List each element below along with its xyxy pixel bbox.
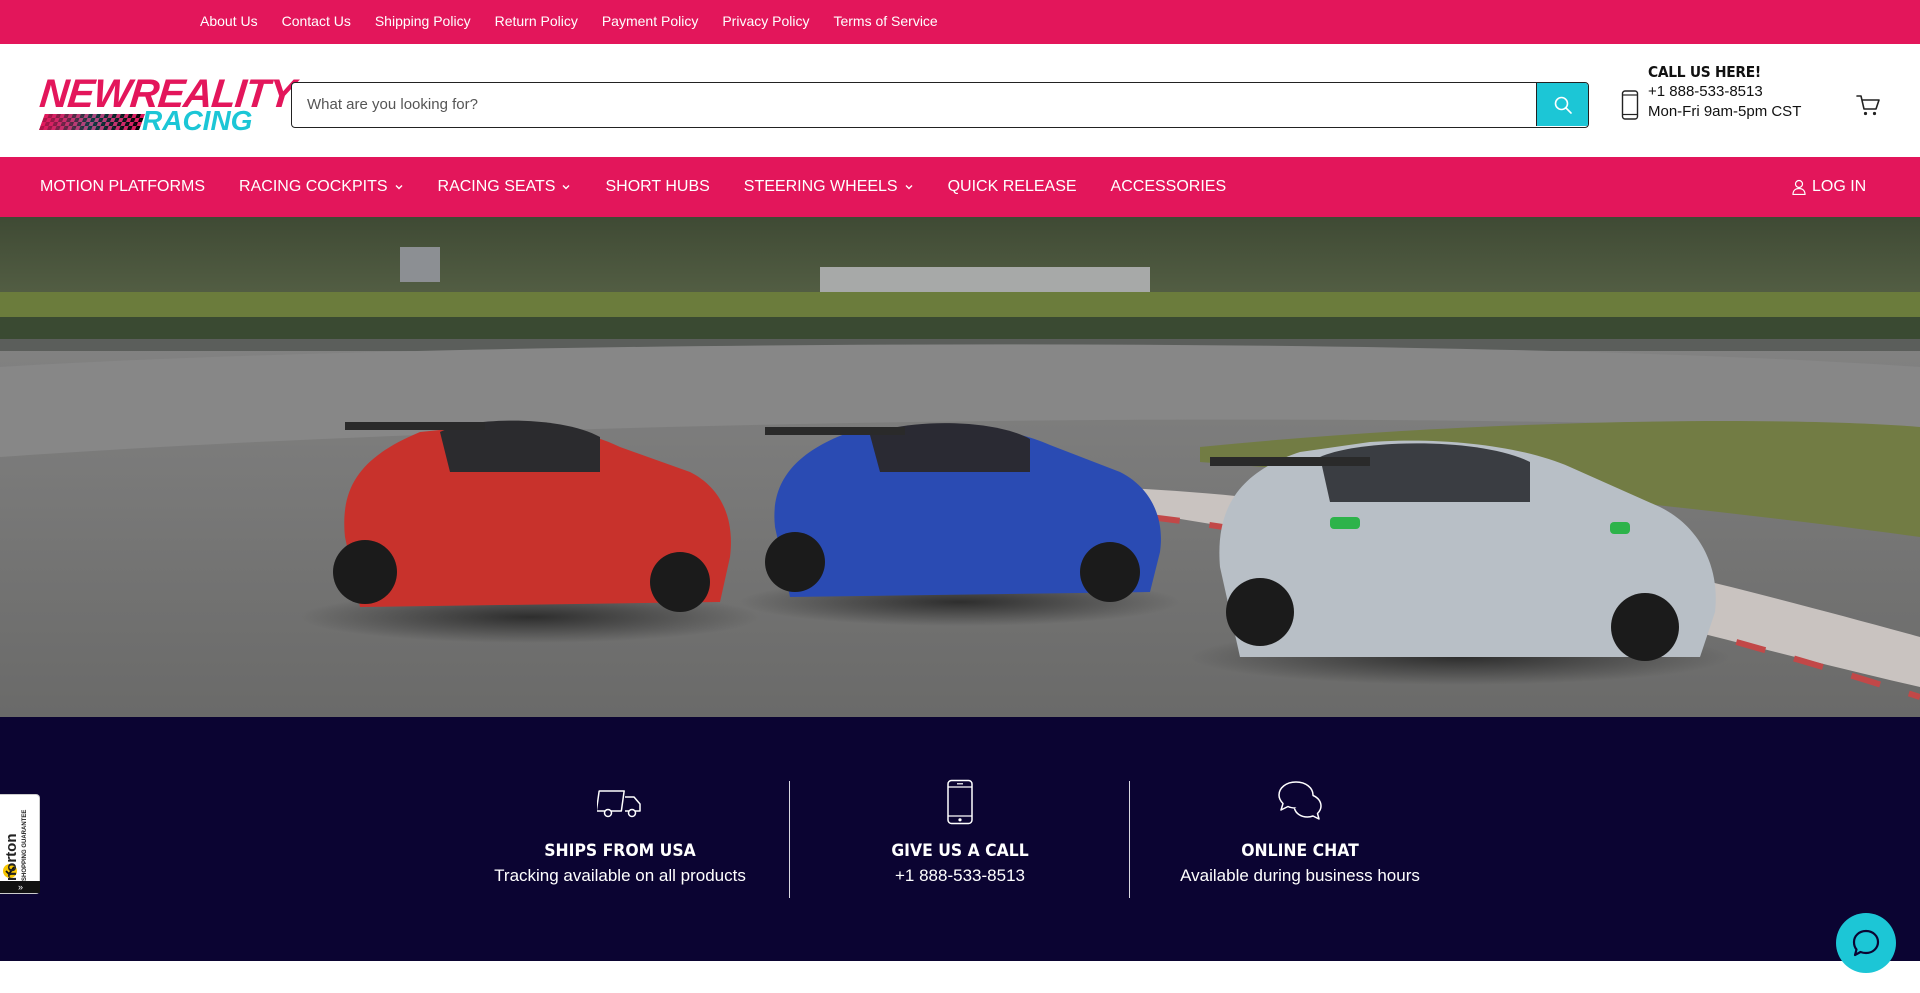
nav-label: QUICK RELEASE bbox=[947, 178, 1077, 195]
login-link[interactable]: LOG IN bbox=[1792, 157, 1866, 217]
search-button[interactable] bbox=[1536, 83, 1588, 126]
norton-shopping-guarantee-badge[interactable]: norton SHOPPING GUARANTEE » bbox=[0, 794, 40, 894]
utility-links: About Us Contact Us Shipping Policy Retu… bbox=[200, 0, 962, 44]
contact-us-link[interactable]: Contact Us bbox=[282, 13, 351, 29]
search-bar bbox=[291, 82, 1589, 128]
nav-label: SHORT HUBS bbox=[605, 178, 710, 195]
main-navigation: MOTION PLATFORMS RACING COCKPITS RACING … bbox=[0, 157, 1920, 217]
nav-item-racing-cockpits[interactable]: RACING COCKPITS bbox=[239, 178, 403, 196]
norton-label: norton bbox=[3, 833, 20, 881]
page-bottom-strip bbox=[0, 961, 1920, 993]
feature-title: ONLINE CHAT bbox=[1241, 841, 1359, 861]
about-us-link[interactable]: About Us bbox=[200, 13, 258, 29]
nav-label: MOTION PLATFORMS bbox=[40, 178, 206, 195]
utility-link-about[interactable]: About Us bbox=[200, 13, 258, 31]
feature-online-chat: ONLINE CHAT Available during business ho… bbox=[1150, 777, 1450, 889]
search-input[interactable] bbox=[292, 83, 1537, 126]
nav-label: ACCESSORIES bbox=[1110, 178, 1227, 195]
call-us-phone[interactable]: +1 888-533-8513 bbox=[1648, 82, 1801, 102]
site-logo[interactable]: NEWREALITY RACING bbox=[38, 72, 297, 136]
site-header: NEWREALITY RACING CALL US HERE! +1 888-5… bbox=[0, 44, 1920, 157]
chevron-down-icon bbox=[562, 185, 570, 190]
utility-link-terms[interactable]: Terms of Service bbox=[833, 13, 937, 31]
nav-item-steering-wheels[interactable]: STEERING WHEELS bbox=[744, 178, 914, 196]
call-us-hours: Mon-Fri 9am-5pm CST bbox=[1648, 103, 1802, 120]
call-us-title: CALL US HERE! bbox=[1648, 63, 1761, 81]
payment-policy-link[interactable]: Payment Policy bbox=[602, 13, 698, 29]
nav-item-short-hubs[interactable]: SHORT HUBS bbox=[605, 178, 709, 196]
nav-item-quick-release[interactable]: QUICK RELEASE bbox=[948, 178, 1077, 196]
utility-link-shipping[interactable]: Shipping Policy bbox=[375, 13, 471, 31]
feature-subtitle[interactable]: +1 888-533-8513 bbox=[810, 863, 1110, 889]
utility-link-payment[interactable]: Payment Policy bbox=[602, 13, 698, 31]
cart-icon[interactable] bbox=[1855, 92, 1881, 118]
feature-ships-from-usa: SHIPS FROM USA Tracking available on all… bbox=[470, 777, 770, 889]
chat-launcher-button[interactable] bbox=[1836, 913, 1896, 973]
nav-label: RACING COCKPITS bbox=[239, 178, 388, 195]
mobile-phone-icon bbox=[1621, 90, 1639, 120]
call-us-block: CALL US HERE! +1 888-533-8513 Mon-Fri 9a… bbox=[1648, 62, 1801, 122]
login-label: LOG IN bbox=[1812, 178, 1867, 195]
nav-menu: MOTION PLATFORMS RACING COCKPITS RACING … bbox=[40, 157, 1260, 217]
norton-sub-label: SHOPPING GUARANTEE bbox=[22, 809, 28, 881]
feature-title: GIVE US A CALL bbox=[891, 841, 1029, 861]
nav-label: RACING SEATS bbox=[437, 178, 556, 195]
feature-give-us-a-call: GIVE US A CALL +1 888-533-8513 bbox=[810, 777, 1110, 889]
return-policy-link[interactable]: Return Policy bbox=[495, 13, 578, 29]
features-strip: SHIPS FROM USA Tracking available on all… bbox=[0, 717, 1920, 961]
hero-race-cars-illustration bbox=[0, 217, 1920, 717]
truck-icon bbox=[597, 790, 641, 818]
hero-banner-image[interactable] bbox=[0, 217, 1920, 717]
user-icon bbox=[1792, 179, 1806, 195]
nav-item-racing-seats[interactable]: RACING SEATS bbox=[438, 178, 572, 196]
privacy-policy-link[interactable]: Privacy Policy bbox=[722, 13, 809, 29]
terms-of-service-link[interactable]: Terms of Service bbox=[833, 13, 937, 29]
expand-chevrons-icon[interactable]: » bbox=[0, 881, 40, 893]
feature-divider bbox=[789, 781, 790, 898]
utility-link-privacy[interactable]: Privacy Policy bbox=[722, 13, 809, 31]
search-icon bbox=[1554, 96, 1572, 114]
nav-item-motion-platforms[interactable]: MOTION PLATFORMS bbox=[40, 178, 205, 196]
nav-item-accessories[interactable]: ACCESSORIES bbox=[1111, 178, 1227, 196]
feature-divider bbox=[1129, 781, 1130, 898]
shipping-policy-link[interactable]: Shipping Policy bbox=[375, 13, 471, 29]
chat-bubble-icon bbox=[1852, 929, 1880, 957]
logo-checkered-fade bbox=[39, 114, 145, 130]
utility-link-contact[interactable]: Contact Us bbox=[282, 13, 351, 31]
chevron-down-icon bbox=[905, 185, 913, 190]
nav-label: STEERING WHEELS bbox=[743, 178, 898, 195]
chevron-down-icon bbox=[395, 185, 403, 190]
phone-icon bbox=[947, 779, 973, 825]
top-utility-bar: About Us Contact Us Shipping Policy Retu… bbox=[0, 0, 1920, 44]
chat-bubbles-icon bbox=[1278, 781, 1322, 820]
logo-wordmark-bottom: RACING bbox=[142, 105, 253, 136]
feature-title: SHIPS FROM USA bbox=[544, 841, 696, 861]
utility-link-return[interactable]: Return Policy bbox=[495, 13, 578, 31]
feature-subtitle: Available during business hours bbox=[1180, 866, 1420, 885]
feature-subtitle: Tracking available on all products bbox=[494, 866, 746, 885]
